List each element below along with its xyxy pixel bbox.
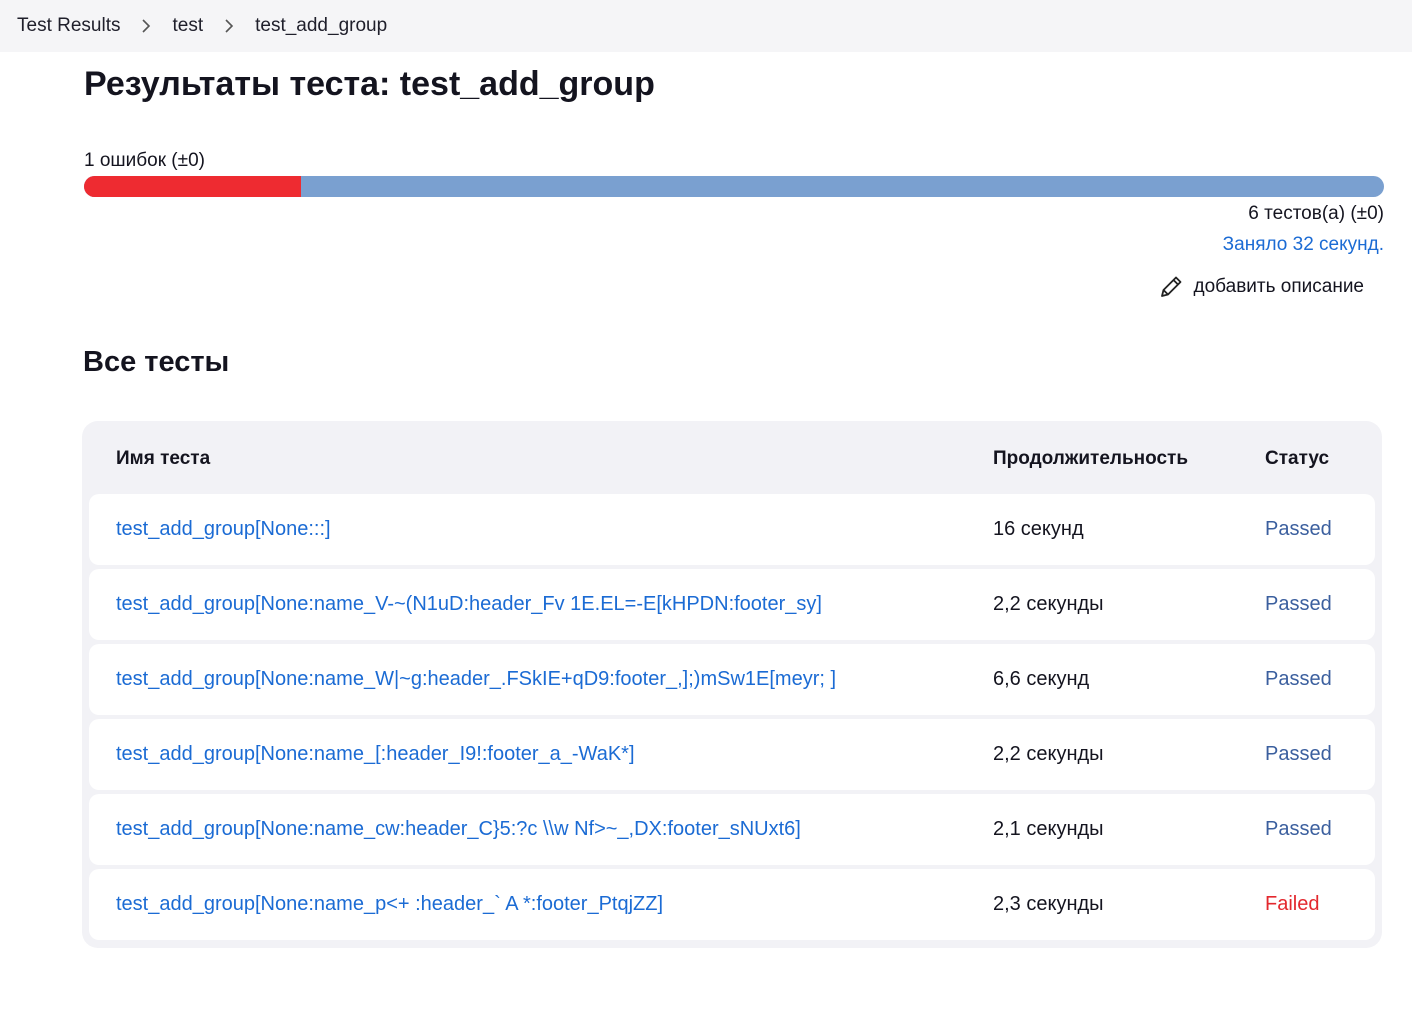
test-duration: 2,3 секунды xyxy=(993,893,1104,915)
all-tests-heading: Все тесты xyxy=(83,346,230,378)
test-name-link[interactable]: test_add_group[None:name_[:header_I9!:fo… xyxy=(116,719,635,790)
table-row: test_add_group[None:name_p<+ :header_` A… xyxy=(89,869,1375,940)
table-row: test_add_group[None:name_W|~g:header_.FS… xyxy=(89,644,1375,715)
table-row: test_add_group[None:name_[:header_I9!:fo… xyxy=(89,719,1375,790)
test-name-link[interactable]: test_add_group[None:name_cw:header_C}5:?… xyxy=(116,794,801,865)
header-duration[interactable]: Продолжительность xyxy=(993,448,1188,470)
test-status: Passed xyxy=(1265,593,1332,615)
chevron-right-icon xyxy=(209,16,249,36)
chevron-right-icon xyxy=(126,16,166,36)
test-status: Passed xyxy=(1265,818,1332,840)
test-duration: 2,1 секунды xyxy=(993,818,1104,840)
pencil-icon xyxy=(1158,274,1184,300)
breadcrumb-item-test-results[interactable]: Test Results xyxy=(17,15,120,37)
add-description-button[interactable]: добавить описание xyxy=(1158,274,1364,300)
progress-fail-segment xyxy=(84,176,301,197)
test-status: Passed xyxy=(1265,668,1332,690)
test-duration: 2,2 секунды xyxy=(993,743,1104,765)
breadcrumb: Test Results test test_add_group xyxy=(0,0,1412,52)
duration-link[interactable]: Заняло 32 секунд. xyxy=(1223,234,1384,256)
test-name-link[interactable]: test_add_group[None:name_V-~(N1uD:header… xyxy=(116,569,822,640)
test-duration: 16 секунд xyxy=(993,518,1084,540)
table-row: test_add_group[None:name_V-~(N1uD:header… xyxy=(89,569,1375,640)
failures-count: 1 ошибок (±0) xyxy=(84,150,205,171)
table-row: test_add_group[None:::] 16 секунд Passed xyxy=(89,494,1375,565)
test-duration: 2,2 секунды xyxy=(993,593,1104,615)
test-status: Passed xyxy=(1265,518,1332,540)
test-status: Failed xyxy=(1265,893,1320,915)
add-description-label: добавить описание xyxy=(1193,276,1364,297)
test-status: Passed xyxy=(1265,743,1332,765)
test-name-link[interactable]: test_add_group[None:::] xyxy=(116,494,331,565)
table-header: Имя теста Продолжительность Статус xyxy=(89,421,1375,494)
page-title: Результаты теста: test_add_group xyxy=(84,65,655,103)
test-name-link[interactable]: test_add_group[None:name_W|~g:header_.FS… xyxy=(116,644,836,715)
breadcrumb-item-current[interactable]: test_add_group xyxy=(255,15,387,37)
header-test-name[interactable]: Имя теста xyxy=(116,448,210,470)
table-row: test_add_group[None:name_cw:header_C}5:?… xyxy=(89,794,1375,865)
test-name-link[interactable]: test_add_group[None:name_p<+ :header_` A… xyxy=(116,869,663,940)
breadcrumb-item-test[interactable]: test xyxy=(172,15,203,37)
total-tests-count: 6 тестов(а) (±0) xyxy=(1248,203,1384,224)
results-progress-bar xyxy=(84,176,1384,197)
test-duration: 6,6 секунд xyxy=(993,668,1090,690)
tests-table: Имя теста Продолжительность Статус test_… xyxy=(82,421,1382,948)
header-status[interactable]: Статус xyxy=(1265,448,1329,470)
